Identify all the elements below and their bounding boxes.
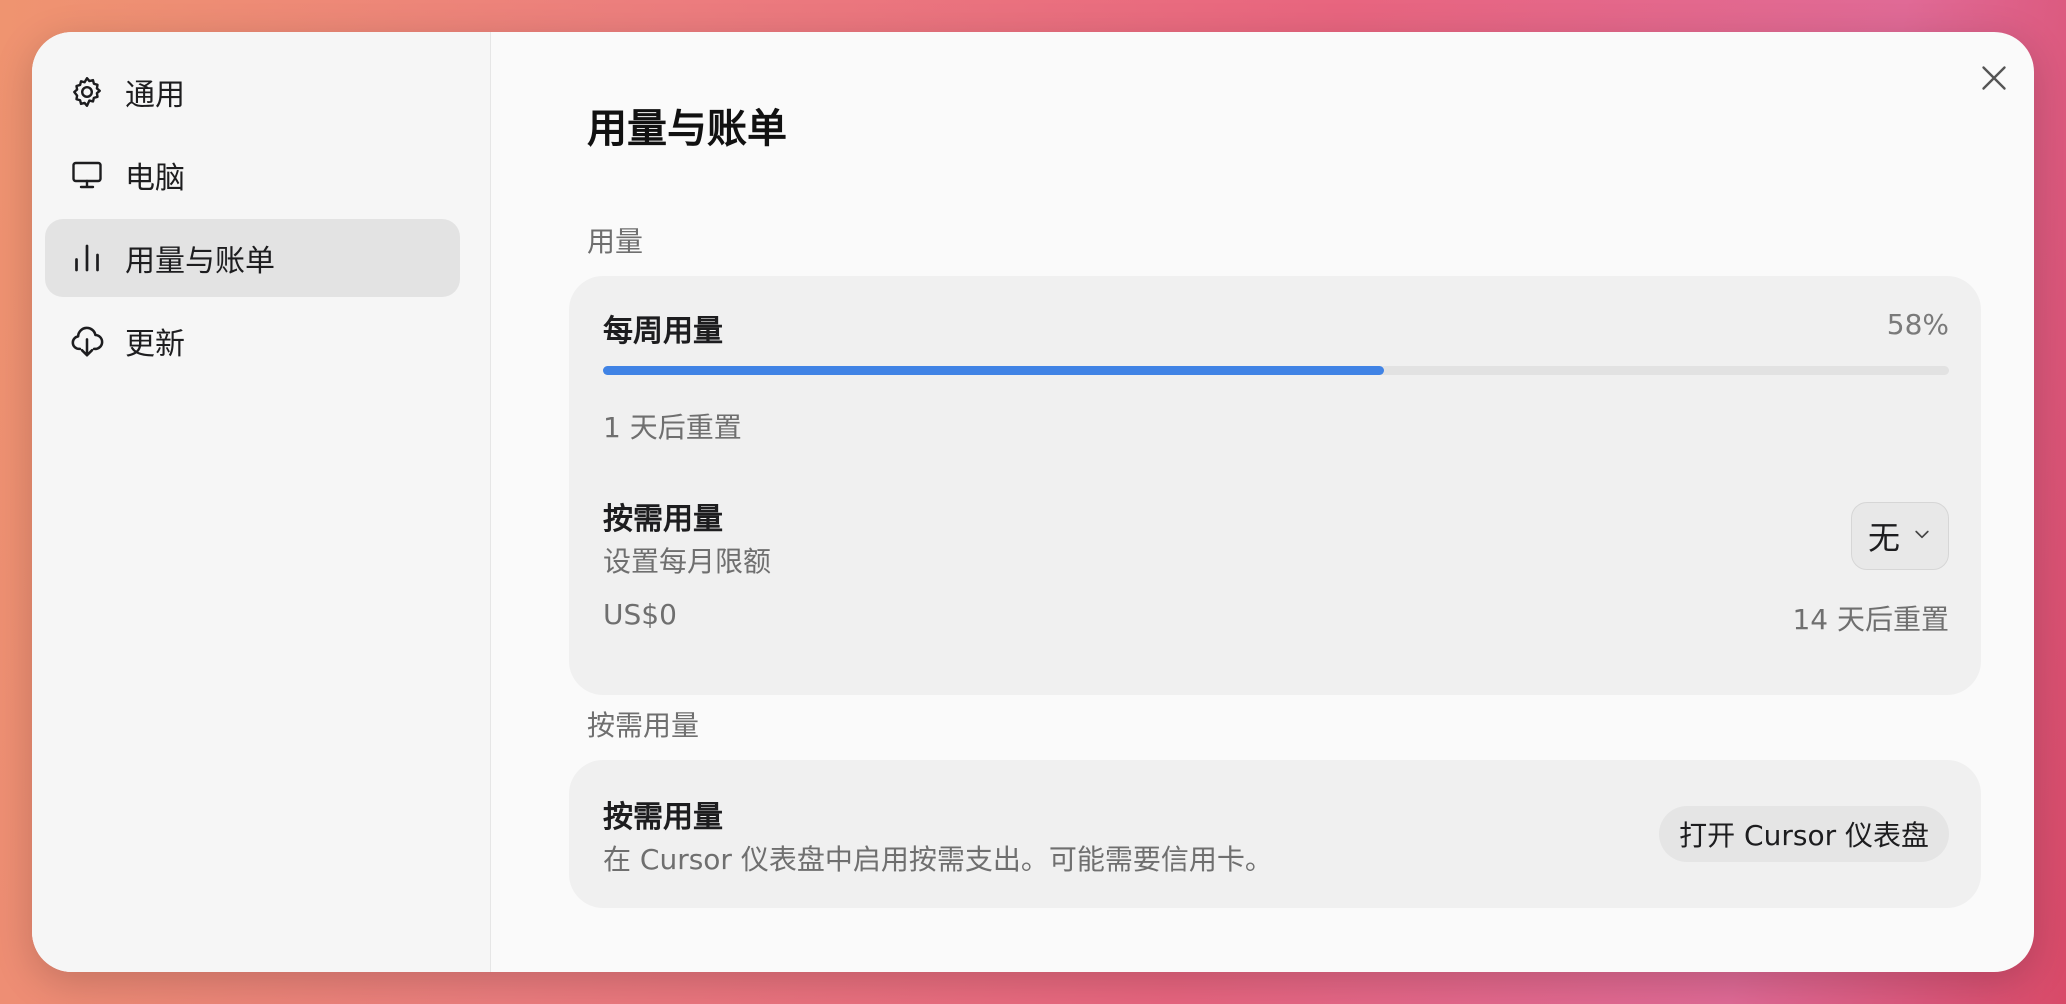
on-demand-card-description: 在 Cursor 仪表盘中启用按需支出。可能需要信用卡。 (603, 843, 1273, 876)
weekly-reset-text: 1 天后重置 (603, 411, 742, 444)
on-demand-title: 按需用量 (603, 502, 723, 537)
weekly-usage-title: 每周用量 (603, 314, 723, 349)
weekly-usage-progress-fill (603, 366, 1384, 375)
section-label-on-demand: 按需用量 (587, 709, 700, 742)
sidebar: 通用 电脑 用量与账单 更新 (32, 32, 491, 972)
monitor-icon (67, 155, 107, 195)
sidebar-item-label: 更新 (125, 327, 185, 362)
gear-icon (67, 72, 107, 112)
open-dashboard-button[interactable]: 打开 Cursor 仪表盘 (1659, 806, 1949, 862)
close-button[interactable] (1976, 60, 2012, 96)
bar-chart-icon (67, 238, 107, 278)
section-label-usage: 用量 (587, 225, 644, 258)
sidebar-item-usage-billing[interactable]: 用量与账单 (45, 219, 460, 297)
on-demand-subtitle: 设置每月限额 (603, 545, 772, 578)
chevron-down-icon (1912, 524, 1932, 548)
settings-window: 通用 电脑 用量与账单 更新 用量与账单 用量 每周用量 58% 1 天后重置 … (32, 32, 2034, 972)
on-demand-card: 按需用量 在 Cursor 仪表盘中启用按需支出。可能需要信用卡。 打开 Cur… (569, 760, 1981, 908)
sidebar-item-computer[interactable]: 电脑 (45, 136, 460, 214)
weekly-usage-percent: 58% (1886, 308, 1949, 341)
on-demand-reset-text: 14 天后重置 (1792, 603, 1949, 636)
weekly-usage-progress-bar (603, 366, 1949, 375)
sidebar-item-updates[interactable]: 更新 (45, 302, 460, 380)
main-content: 用量与账单 用量 每周用量 58% 1 天后重置 按需用量 设置每月限额 无 U… (491, 32, 2034, 972)
on-demand-card-title: 按需用量 (603, 800, 723, 835)
sidebar-item-general[interactable]: 通用 (45, 53, 460, 131)
on-demand-amount: US$0 (603, 598, 677, 631)
usage-card: 每周用量 58% 1 天后重置 按需用量 设置每月限额 无 US$0 14 天后… (569, 276, 1981, 695)
monthly-limit-value: 无 (1867, 519, 1900, 557)
page-title: 用量与账单 (587, 106, 787, 152)
sidebar-item-label: 电脑 (125, 161, 185, 196)
close-icon (1982, 66, 2006, 90)
monthly-limit-select[interactable]: 无 (1851, 502, 1949, 570)
sidebar-item-label: 用量与账单 (125, 244, 275, 279)
cloud-download-icon (67, 321, 107, 361)
sidebar-item-label: 通用 (125, 78, 185, 113)
